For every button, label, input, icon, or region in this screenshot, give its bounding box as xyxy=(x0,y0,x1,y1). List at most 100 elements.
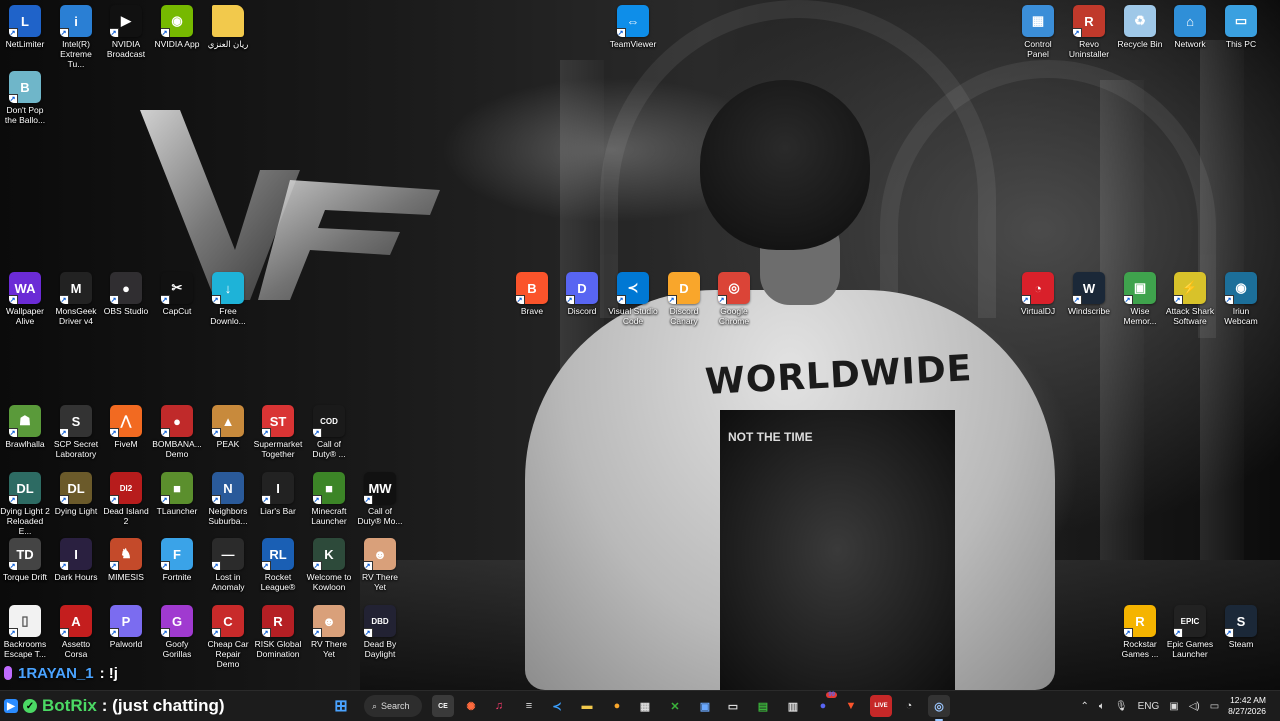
desktop-icon-wise-memory[interactable]: ▣ ↗ Wise Memor... xyxy=(1115,272,1165,326)
desktop-icon-label: RV There Yet xyxy=(310,639,348,659)
terminal-icon[interactable]: ▭ xyxy=(722,695,744,717)
shortcut-arrow-icon: ↗ xyxy=(9,561,18,570)
desktop-icon-network[interactable]: ⌂ Network xyxy=(1165,5,1215,49)
recycle-bin-icon: ♻ xyxy=(1124,5,1156,37)
desktop-icon-dying-light[interactable]: DL ↗ Dying Light xyxy=(51,472,101,516)
tlauncher-icon: ■ ↗ xyxy=(161,472,193,504)
desktop-icon-cheap-car-repair[interactable]: C ↗ Cheap Car Repair Demo xyxy=(203,605,253,669)
desktop-icon-monsgeek-driver[interactable]: M ↗ MonsGeek Driver v4 xyxy=(51,272,101,326)
file-explorer-icon[interactable]: ▬ xyxy=(576,695,598,717)
notes-icon[interactable]: ▥ xyxy=(782,695,804,717)
desktop-icon-control-panel[interactable]: ▦ Control Panel xyxy=(1013,5,1063,59)
language-indicator[interactable]: ENG xyxy=(1138,701,1160,712)
desktop-icon-label: Network xyxy=(1174,39,1206,49)
clock[interactable]: 12:42 AM 8/27/2026 xyxy=(1228,695,1266,717)
mic-tray-icon[interactable]: 🎙︎ xyxy=(1115,701,1128,712)
desktop-icon-rockstar-games[interactable]: R ↗ Rockstar Games ... xyxy=(1115,605,1165,659)
desktop-icon-dark-hours[interactable]: I ↗ Dark Hours xyxy=(51,538,101,582)
desktop-icon-teamviewer[interactable]: ⇔ ↗ TeamViewer xyxy=(608,5,658,49)
desktop-icon-epic-games[interactable]: EPIC ↗ Epic Games Launcher xyxy=(1165,605,1215,659)
desktop-icon-call-of-duty-mw[interactable]: MW ↗ Call of Duty® Mo... xyxy=(355,472,405,526)
desktop-icon-intel-extreme-tuning[interactable]: i ↗ Intel(R) Extreme Tu... xyxy=(51,5,101,69)
desktop-icon-tlauncher[interactable]: ■ ↗ TLauncher xyxy=(152,472,202,516)
desktop-icon-rv-there-yet-1[interactable]: ☻ ↗ RV There Yet xyxy=(355,538,405,592)
desktop-icon-brawlhalla[interactable]: ☗ ↗ Brawlhalla xyxy=(0,405,50,449)
stack-icon[interactable]: ≡ xyxy=(518,695,540,717)
desktop-icon-google-chrome[interactable]: ◎ ↗ Google Chrome xyxy=(709,272,759,326)
network-tray-icon[interactable]: ▣ xyxy=(1169,701,1178,712)
desktop-icon-dead-island-2[interactable]: DI2 ↗ Dead Island 2 xyxy=(101,472,151,526)
stream-app-icon[interactable]: LIVE xyxy=(870,695,892,717)
desktop-icon-label: Google Chrome xyxy=(718,306,750,326)
discord-taskbar-icon[interactable]: ● 99 xyxy=(812,692,837,717)
desktop-icon-windscribe[interactable]: W ↗ Windscribe xyxy=(1064,272,1114,316)
music-icon[interactable]: ♫ xyxy=(488,695,510,717)
call-of-duty-1-icon: COD ↗ xyxy=(313,405,345,437)
app-taskbar-icon[interactable]: ▣ xyxy=(694,695,716,717)
chevron-up-icon[interactable]: ⌃ xyxy=(1080,701,1088,712)
network-icon: ⌂ xyxy=(1174,5,1206,37)
desktop-icon-goofy-gorillas[interactable]: G ↗ Goofy Gorillas xyxy=(152,605,202,659)
desktop-icon-brave[interactable]: B ↗ Brave xyxy=(507,272,557,316)
desktop-icon-recycle-bin[interactable]: ♻ Recycle Bin xyxy=(1115,5,1165,49)
desktop-icon-wallpaper-alive[interactable]: WA ↗ Wallpaper Alive xyxy=(0,272,50,326)
desktop-icon-risk-global-domination[interactable]: R ↗ RISK Global Domination xyxy=(253,605,303,659)
desktop-icon-rocket-league[interactable]: RL ↗ Rocket League® xyxy=(253,538,303,592)
steam-taskbar-icon[interactable]: ◎ xyxy=(928,695,950,721)
desktop-icon-capcut[interactable]: ✂ ↗ CapCut xyxy=(152,272,202,316)
desktop-icon-dying-light-2[interactable]: DL ↗ Dying Light 2 Reloaded E... xyxy=(0,472,50,536)
battery-icon[interactable]: ▭ xyxy=(1210,701,1219,712)
desktop-icon-steam[interactable]: S ↗ Steam xyxy=(1216,605,1266,649)
desktop-icon-nvidia-app[interactable]: ◉ ↗ NVIDIA App xyxy=(152,5,202,49)
desktop-icon-attack-shark[interactable]: ⚡ ↗ Attack Shark Software xyxy=(1165,272,1215,326)
wallpaper-shirt-subtext: NOT THE TIME xyxy=(728,430,813,444)
desktop-icon-backrooms-escape[interactable]: ▯ ↗ Backrooms Escape T... xyxy=(0,605,50,659)
desktop-icon-discord[interactable]: D ↗ Discord xyxy=(557,272,607,316)
desktop-icon-netlimiter[interactable]: L ↗ NetLimiter xyxy=(0,5,50,49)
teamviewer-icon: ⇔ ↗ xyxy=(617,5,649,37)
desktop-icon-this-pc[interactable]: ▭ This PC xyxy=(1216,5,1266,49)
monitor-icon[interactable]: ▤ xyxy=(752,695,774,717)
taskbar-app-2[interactable]: ✺ xyxy=(460,695,482,717)
desktop-icon-virtualdj[interactable]: ◔ ↗ VirtualDJ xyxy=(1013,272,1063,316)
desktop-icon-folder-rayan[interactable]: ريان العنزي xyxy=(203,5,253,49)
desktop-icon-fortnite[interactable]: F ↗ Fortnite xyxy=(152,538,202,582)
desktop-icon-obs-studio[interactable]: ● ↗ OBS Studio xyxy=(101,272,151,316)
store-icon[interactable]: ▦ xyxy=(634,695,656,717)
start-button[interactable]: ⊞ xyxy=(330,695,352,717)
desktop-icon-iriun-webcam[interactable]: ◉ ↗ Iriun Webcam xyxy=(1216,272,1266,326)
desktop-icon-call-of-duty-1[interactable]: COD ↗ Call of Duty® ... xyxy=(304,405,354,459)
speaker-icon[interactable]: 🔈︎ xyxy=(1099,701,1105,712)
discord-canary-taskbar-icon[interactable]: ● xyxy=(606,695,628,717)
desktop-icon-bombanauts[interactable]: ● ↗ BOMBANA... Demo xyxy=(152,405,202,459)
taskbar-app-1[interactable]: CE xyxy=(432,695,454,717)
desktop-icon-label: Discord Canary xyxy=(669,306,699,326)
desktop-icon-supermarket-together[interactable]: ST ↗ Supermarket Together xyxy=(253,405,303,459)
desktop-icon-welcome-to-kowloon[interactable]: K ↗ Welcome to Kowloon xyxy=(304,538,354,592)
desktop-icon-scp-secret-lab[interactable]: S ↗ SCP Secret Laboratory xyxy=(51,405,101,459)
desktop-icon-vscode[interactable]: ≺ ↗ Visual Studio Code xyxy=(608,272,658,326)
desktop-icon-discord-canary[interactable]: D ↗ Discord Canary xyxy=(659,272,709,326)
desktop-icon-assetto-corsa[interactable]: A ↗ Assetto Corsa xyxy=(51,605,101,659)
desktop-icon-fivem[interactable]: ⋀ ↗ FiveM xyxy=(101,405,151,449)
desktop-icon-dont-pop-balloon[interactable]: B ↗ Don't Pop the Ballo... xyxy=(0,71,50,125)
desktop-icon-minecraft-launcher[interactable]: ■ ↗ Minecraft Launcher xyxy=(304,472,354,526)
desktop-icon-rv-there-yet-2[interactable]: ☻ ↗ RV There Yet xyxy=(304,605,354,659)
volume-icon[interactable]: ◁) xyxy=(1189,701,1200,712)
desktop-icon-peak[interactable]: ▲ ↗ PEAK xyxy=(203,405,253,449)
desktop-icon-neighbors-suburban[interactable]: N ↗ Neighbors Suburba... xyxy=(203,472,253,526)
desktop-icon-revo-uninstaller[interactable]: R ↗ Revo Uninstaller xyxy=(1064,5,1114,59)
vscode-taskbar-icon[interactable]: ≺ xyxy=(546,695,568,717)
brave-taskbar-icon[interactable]: ▼ xyxy=(840,695,862,717)
desktop-icon-nvidia-broadcast[interactable]: ▶ ↗ NVIDIA Broadcast xyxy=(101,5,151,59)
xbox-icon[interactable]: ✕ xyxy=(664,695,686,717)
desktop-icon-dead-by-daylight[interactable]: DBD ↗ Dead By Daylight xyxy=(355,605,405,659)
taskbar-search[interactable]: ⌕ Search xyxy=(364,695,422,717)
desktop-icon-lost-in-anomaly[interactable]: — ↗ Lost in Anomaly xyxy=(203,538,253,592)
obs-taskbar-icon[interactable]: ◔ xyxy=(898,695,920,717)
desktop-icon-palworld[interactable]: P ↗ Palworld xyxy=(101,605,151,649)
desktop-icon-liars-bar[interactable]: I ↗ Liar's Bar xyxy=(253,472,303,516)
desktop-icon-mimesis[interactable]: ♞ ↗ MIMESIS xyxy=(101,538,151,582)
desktop-icon-free-download[interactable]: ↓ ↗ Free Downlo... xyxy=(203,272,253,326)
desktop-icon-torque-drift[interactable]: TD ↗ Torque Drift xyxy=(0,538,50,582)
